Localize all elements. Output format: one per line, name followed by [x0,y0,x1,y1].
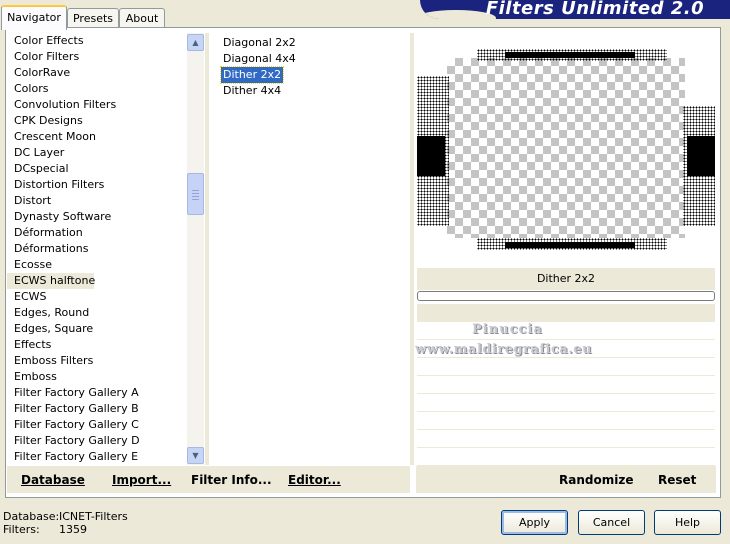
category-item[interactable]: Déformation [7,225,187,241]
filter-info-button[interactable]: Filter Info... [191,473,272,487]
database-status: Database: ICNET-Filters [3,510,128,523]
category-item[interactable]: Color Effects [7,33,187,49]
scroll-thumb[interactable] [187,173,204,215]
tab-about[interactable]: About [119,8,165,28]
category-item[interactable]: Emboss [7,369,187,385]
database-button[interactable]: Database [21,473,85,487]
selected-filter-label: Dither 2x2 [417,268,715,290]
randomize-button[interactable]: Randomize [559,473,633,487]
filter-item[interactable]: Dither 2x2 [219,66,285,84]
category-item[interactable]: Distortion Filters [7,177,187,193]
preview-divider [410,33,414,465]
category-item[interactable]: Effects [7,337,187,353]
progress-bar [417,291,715,301]
filters-status: Filters: 1359 [3,523,87,536]
editor-button[interactable]: Editor... [288,473,341,487]
category-item[interactable]: CPK Designs [7,113,187,129]
category-item[interactable]: Emboss Filters [7,353,187,369]
filter-item[interactable]: Dither 4x4 [221,83,283,99]
scroll-up-button[interactable]: ▲ [187,34,204,51]
reset-button[interactable]: Reset [658,473,696,487]
category-item[interactable]: Déformations [7,241,187,257]
category-list[interactable]: Color Effects Color Filters ColorRave Color… [7,33,187,465]
database-value: ICNET-Filters [59,510,128,523]
category-item[interactable]: ECWS halftone [7,273,95,289]
category-item[interactable]: DCspecial [7,161,187,177]
category-item[interactable]: ColorRave [7,65,187,81]
import-button[interactable]: Import... [112,473,171,487]
category-item[interactable]: Crescent Moon [7,129,187,145]
help-button[interactable]: Help [654,510,721,535]
filter-item[interactable]: Diagonal 4x4 [221,51,298,67]
apply-button[interactable]: Apply [501,510,568,535]
app-banner: Filters Unlimited 2.0 [420,0,730,19]
category-item[interactable]: Filter Factory Gallery D [7,433,187,449]
parameter-area [417,304,715,466]
filter-item[interactable]: Diagonal 2x2 [221,35,298,51]
category-scrollbar[interactable]: ▲ ▼ [187,33,204,465]
tab-navigator[interactable]: Navigator [1,5,67,30]
category-item[interactable]: Color Filters [7,49,187,65]
category-item[interactable]: Colors [7,81,187,97]
tab-presets[interactable]: Presets [67,8,119,28]
filter-list[interactable]: Diagonal 2x2 Diagonal 4x4 Dither 2x2 Dither… [219,35,298,99]
list-divider [205,33,209,465]
filters-label: Filters: [3,523,40,536]
category-item[interactable]: Filter Factory Gallery A [7,385,187,401]
category-item[interactable]: Edges, Square [7,321,187,337]
category-item[interactable]: Filter Factory Gallery B [7,401,187,417]
scroll-down-button[interactable]: ▼ [187,447,204,464]
cancel-button[interactable]: Cancel [578,510,645,535]
banner-title: Filters Unlimited 2.0 [485,0,705,19]
category-item[interactable]: Distort [7,193,187,209]
category-item[interactable]: Ecosse [7,257,187,273]
transparency-checker [447,58,685,238]
watermark-url: www.maldiregrafica.eu [415,342,593,357]
preview-image [417,46,715,253]
category-item[interactable]: DC Layer [7,145,187,161]
filters-value: 1359 [59,523,87,536]
watermark-name: Pinuccia [472,322,543,337]
category-item[interactable]: Filter Factory Gallery E [7,449,187,465]
category-item[interactable]: Filter Factory Gallery C [7,417,187,433]
category-item[interactable]: Dynasty Software [7,209,187,225]
category-item[interactable]: Edges, Round [7,305,187,321]
database-label: Database: [3,510,60,523]
category-item[interactable]: ECWS [7,289,187,305]
category-item[interactable]: Convolution Filters [7,97,187,113]
